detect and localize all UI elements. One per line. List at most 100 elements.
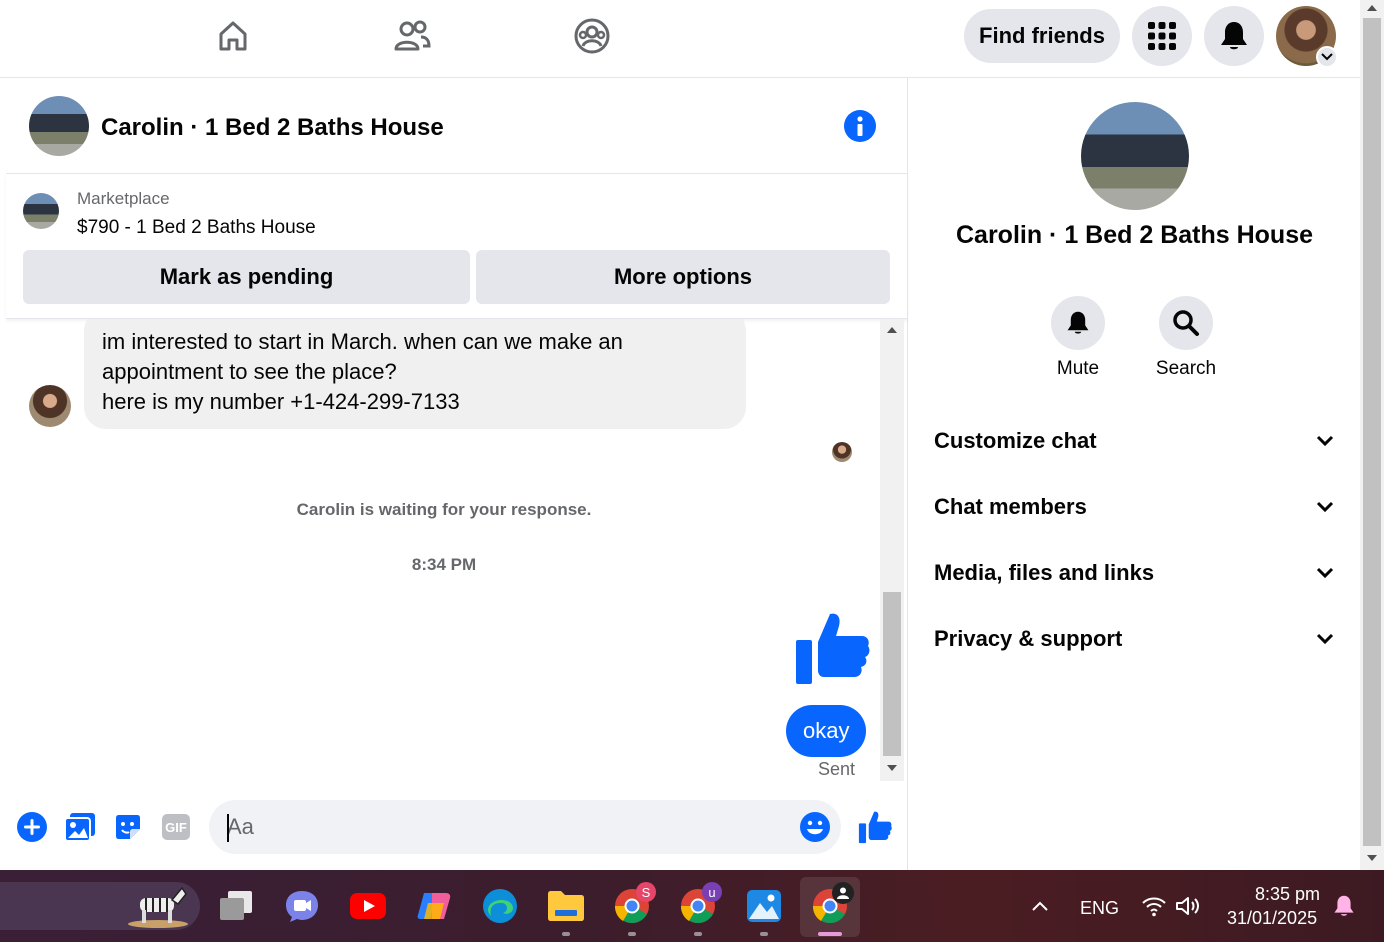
account-menu-chevron[interactable] (1316, 46, 1338, 68)
chevron-down-icon (1316, 501, 1334, 513)
running-indicator (760, 932, 768, 936)
info-icon (857, 116, 863, 136)
show-hidden-icons-chevron-up-icon[interactable] (1020, 886, 1060, 926)
search-icon (1173, 310, 1199, 336)
mute-label: Mute (1056, 358, 1100, 379)
chevron-down-icon (1316, 633, 1334, 645)
bell-icon (1221, 22, 1247, 50)
running-indicator (694, 932, 702, 936)
sender-avatar[interactable] (29, 385, 71, 427)
notifications-button[interactable] (1204, 6, 1264, 66)
section-label: Customize chat (934, 428, 1097, 453)
chevron-down-icon (1321, 53, 1333, 61)
top-navigation: Find friends (0, 0, 1360, 78)
mute-action[interactable]: Mute (1038, 296, 1118, 380)
friends-icon[interactable] (390, 14, 434, 58)
edge-browser-icon[interactable] (480, 886, 520, 926)
menu-grid-button[interactable] (1132, 6, 1192, 66)
conversation-info-panel: Carolin · 1 Bed 2 Baths House Mute Searc… (909, 78, 1360, 870)
emoji-icon[interactable] (799, 811, 831, 843)
attach-photo-icon[interactable] (63, 810, 97, 844)
message-composer: GIF (6, 790, 908, 870)
copilot-icon[interactable] (414, 886, 454, 926)
message-thread: im interested to start in March. when ca… (6, 319, 880, 781)
taskbar-search-widget[interactable] (0, 882, 200, 930)
conversation-info-button[interactable] (844, 110, 876, 142)
more-actions-plus-icon[interactable] (15, 810, 49, 844)
section-label: Privacy & support (934, 626, 1123, 651)
incoming-message-bubble[interactable]: im interested to start in March. when ca… (84, 319, 746, 429)
section-privacy-support[interactable]: Privacy & support (934, 619, 1334, 659)
page-scrollbar[interactable] (1360, 0, 1384, 870)
volume-icon[interactable] (1168, 886, 1208, 926)
svg-text:GIF: GIF (165, 820, 187, 835)
message-line: appointment to see the place? (102, 359, 397, 384)
more-options-button[interactable]: More options (476, 250, 890, 304)
section-customize-chat[interactable]: Customize chat (934, 421, 1334, 461)
listing-title[interactable]: $790 - 1 Bed 2 Baths House (77, 217, 316, 239)
chat-scroll-up-arrow[interactable] (887, 327, 897, 333)
profile-badge-u: u (702, 882, 722, 902)
find-friends-button[interactable]: Find friends (964, 9, 1120, 63)
seen-indicator-avatar (832, 442, 852, 462)
marketplace-label: Marketplace (77, 189, 170, 208)
section-media-files-links[interactable]: Media, files and links (934, 553, 1334, 593)
waiting-notice: Carolin is waiting for your response. (296, 500, 592, 519)
input-language[interactable]: ENG (1080, 898, 1119, 919)
youtube-icon[interactable] (348, 886, 388, 926)
text-caret (227, 814, 229, 842)
listing-thumbnail[interactable] (23, 193, 59, 229)
mute-button[interactable] (1051, 296, 1105, 350)
notification-bell-icon[interactable] (1324, 886, 1364, 926)
message-line: im interested to start in March. when ca… (102, 329, 623, 354)
chat-scrollbar[interactable] (880, 319, 904, 781)
running-indicator (562, 932, 570, 936)
clock-time[interactable]: 8:35 pm (1255, 884, 1320, 905)
section-chat-members[interactable]: Chat members (934, 487, 1334, 527)
zebra-widget-icon (128, 886, 188, 928)
bell-icon (1067, 311, 1089, 334)
message-input-box[interactable] (209, 800, 841, 854)
search-label: Search (1155, 358, 1217, 379)
chat-panel: Carolin · 1 Bed 2 Baths House Marketplac… (6, 78, 908, 870)
info-avatar[interactable] (1081, 102, 1189, 210)
send-like-icon[interactable] (856, 808, 894, 846)
profile-badge-s: S (636, 882, 656, 902)
home-icon[interactable] (211, 14, 255, 58)
active-running-indicator (818, 932, 842, 936)
section-label: Media, files and links (934, 560, 1155, 585)
message-timestamp: 8:34 PM (411, 555, 477, 574)
section-label: Chat members (934, 494, 1087, 519)
page-scrollbar-thumb[interactable] (1363, 18, 1381, 846)
sent-status: Sent (818, 759, 856, 779)
scroll-down-arrow[interactable] (1367, 855, 1377, 861)
search-button[interactable] (1159, 296, 1213, 350)
info-title: Carolin · 1 Bed 2 Baths House (955, 221, 1314, 249)
photos-app-icon[interactable] (744, 886, 784, 926)
chevron-down-icon (1316, 435, 1334, 447)
teams-chat-icon[interactable] (282, 886, 322, 926)
message-input[interactable] (227, 800, 787, 854)
scroll-up-arrow[interactable] (1367, 5, 1377, 11)
clock-date[interactable]: 31/01/2025 (1227, 908, 1317, 929)
grid-icon (1148, 22, 1176, 50)
sticker-icon[interactable] (111, 810, 145, 844)
chevron-down-icon (1316, 567, 1334, 579)
mark-as-pending-button[interactable]: Mark as pending (23, 250, 470, 304)
thumbs-up-sticker-icon[interactable] (794, 610, 870, 691)
chat-title[interactable]: Carolin · 1 Bed 2 Baths House (101, 114, 444, 142)
search-action[interactable]: Search (1146, 296, 1226, 380)
task-view-icon[interactable] (216, 886, 256, 926)
groups-icon[interactable] (570, 14, 614, 58)
outgoing-message-bubble[interactable]: okay (786, 705, 867, 757)
chat-scroll-down-arrow[interactable] (887, 765, 897, 771)
windows-taskbar: S u ENG 8:35 pm 31/01/2025 (0, 870, 1384, 942)
marketplace-listing-bar: Marketplace $790 - 1 Bed 2 Baths House M… (6, 175, 908, 319)
file-explorer-icon[interactable] (546, 886, 586, 926)
message-line: here is my number +1-424-299-7133 (102, 389, 460, 414)
gif-icon[interactable]: GIF (159, 810, 193, 844)
chat-header: Carolin · 1 Bed 2 Baths House (6, 78, 908, 174)
profile-person-icon (832, 882, 854, 904)
chat-scrollbar-thumb[interactable] (883, 592, 901, 756)
chat-avatar[interactable] (29, 96, 89, 156)
